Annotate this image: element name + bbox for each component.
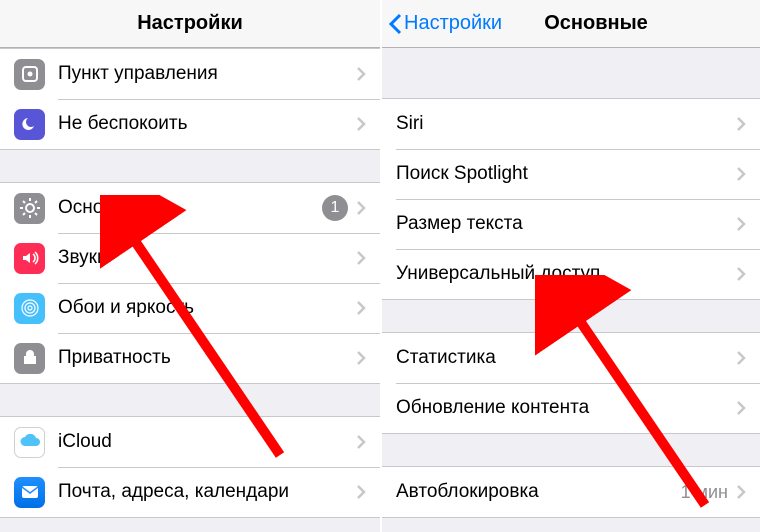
mail-icon — [14, 477, 45, 508]
back-label: Настройки — [404, 12, 502, 35]
chevron-right-icon — [356, 484, 366, 500]
row-usage[interactable]: Статистика — [382, 333, 760, 383]
chevron-right-icon — [736, 484, 746, 500]
navbar-title-right: Основные — [544, 12, 648, 35]
row-label: Почта, адреса, календари — [58, 481, 356, 503]
settings-group-3: iCloud Почта, адреса, календари — [0, 416, 380, 518]
wallpaper-icon — [14, 293, 45, 324]
row-label: Не беспокоить — [58, 113, 356, 135]
settings-pane-right: Настройки Основные Siri Поиск Spotlight … — [380, 0, 760, 532]
row-label: Приватность — [58, 347, 356, 369]
chevron-right-icon — [736, 166, 746, 182]
row-label: iCloud — [58, 431, 356, 453]
row-dnd[interactable]: Не беспокоить — [0, 99, 380, 149]
general-group-3: Автоблокировка 1 мин — [382, 466, 760, 518]
privacy-icon — [14, 343, 45, 374]
settings-group-2: Основные 1 Звуки Обои и яркость — [0, 182, 380, 384]
row-label: Обои и яркость — [58, 297, 356, 319]
row-label: Siri — [396, 113, 736, 135]
section-gap — [382, 434, 760, 466]
chevron-right-icon — [356, 200, 366, 216]
general-icon — [14, 193, 45, 224]
chevron-right-icon — [356, 350, 366, 366]
row-siri[interactable]: Siri — [382, 99, 760, 149]
row-privacy[interactable]: Приватность — [0, 333, 380, 383]
row-spotlight[interactable]: Поиск Spotlight — [382, 149, 760, 199]
chevron-right-icon — [736, 216, 746, 232]
navbar-right: Настройки Основные — [382, 0, 760, 48]
chevron-right-icon — [356, 250, 366, 266]
control-center-icon — [14, 59, 45, 90]
row-mail[interactable]: Почта, адреса, календари — [0, 467, 380, 517]
general-group-2: Статистика Обновление контента — [382, 332, 760, 434]
dnd-icon — [14, 109, 45, 140]
chevron-right-icon — [356, 116, 366, 132]
row-label: Звуки — [58, 247, 356, 269]
row-label: Автоблокировка — [396, 481, 681, 503]
back-button[interactable]: Настройки — [388, 12, 502, 36]
chevron-right-icon — [736, 350, 746, 366]
row-label: Статистика — [396, 347, 736, 369]
section-gap — [0, 384, 380, 416]
chevron-right-icon — [356, 66, 366, 82]
row-autolock[interactable]: Автоблокировка 1 мин — [382, 467, 760, 517]
row-sounds[interactable]: Звуки — [0, 233, 380, 283]
navbar-left: Настройки — [0, 0, 380, 48]
row-label: Размер текста — [396, 213, 736, 235]
navbar-title-left: Настройки — [137, 12, 243, 35]
settings-group-1: Пункт управления Не беспокоить — [0, 48, 380, 150]
chevron-right-icon — [736, 400, 746, 416]
row-label: Пункт управления — [58, 63, 356, 85]
section-gap — [382, 48, 760, 98]
row-general[interactable]: Основные 1 — [0, 183, 380, 233]
section-gap — [382, 300, 760, 332]
chevron-right-icon — [736, 116, 746, 132]
chevron-right-icon — [736, 266, 746, 282]
row-label: Основные — [58, 197, 322, 219]
row-wallpaper[interactable]: Обои и яркость — [0, 283, 380, 333]
row-accessibility[interactable]: Универсальный доступ — [382, 249, 760, 299]
row-label: Обновление контента — [396, 397, 736, 419]
row-control-center[interactable]: Пункт управления — [0, 49, 380, 99]
icloud-icon — [14, 427, 45, 458]
chevron-right-icon — [356, 300, 366, 316]
row-background-refresh[interactable]: Обновление контента — [382, 383, 760, 433]
chevron-left-icon — [388, 12, 402, 36]
badge-count: 1 — [322, 195, 348, 221]
sounds-icon — [14, 243, 45, 274]
section-gap — [0, 150, 380, 182]
row-value: 1 мин — [681, 482, 728, 503]
row-label: Поиск Spotlight — [396, 163, 736, 185]
row-icloud[interactable]: iCloud — [0, 417, 380, 467]
chevron-right-icon — [356, 434, 366, 450]
row-textsize[interactable]: Размер текста — [382, 199, 760, 249]
settings-pane-left: Настройки Пункт управления Не беспокоить — [0, 0, 380, 532]
general-group-1: Siri Поиск Spotlight Размер текста Униве… — [382, 98, 760, 300]
row-label: Универсальный доступ — [396, 263, 736, 285]
